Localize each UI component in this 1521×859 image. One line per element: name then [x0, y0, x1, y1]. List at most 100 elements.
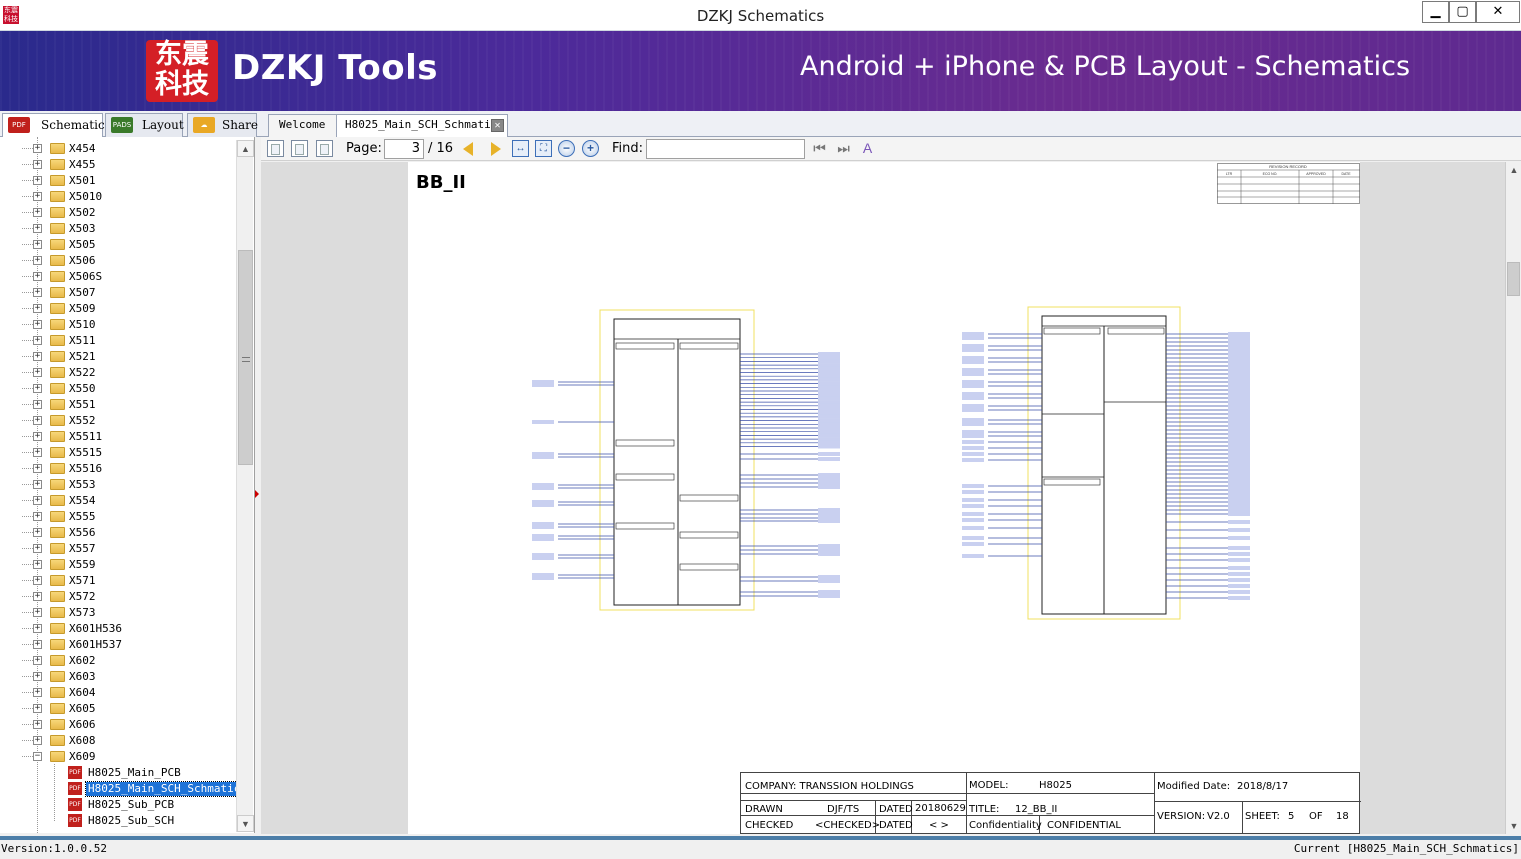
tree-folder[interactable]: + X603 — [0, 669, 235, 685]
tree-folder[interactable]: + X454 — [0, 141, 235, 157]
expand-icon[interactable]: + — [33, 288, 42, 297]
tree-folder[interactable]: + X608 — [0, 733, 235, 749]
expand-icon[interactable]: + — [33, 720, 42, 729]
expand-icon[interactable]: + — [33, 368, 42, 377]
file-tree[interactable]: + X454 + X455 + X501 + X5010 + X502 + X503 + X505 + X50… — [0, 137, 255, 833]
tree-folder[interactable]: + X555 — [0, 509, 235, 525]
tree-folder[interactable]: + X5511 — [0, 429, 235, 445]
collapse-arrow-icon[interactable] — [255, 490, 259, 498]
scroll-down-icon[interactable]: ▼ — [1506, 818, 1521, 834]
expand-icon[interactable]: + — [33, 448, 42, 457]
tree-folder[interactable]: + X5515 — [0, 445, 235, 461]
tree-folder[interactable]: + X606 — [0, 717, 235, 733]
tree-folder[interactable]: + X521 — [0, 349, 235, 365]
expand-icon[interactable]: + — [33, 576, 42, 585]
expand-icon[interactable]: + — [33, 704, 42, 713]
find-prev-icon[interactable]: ⏮ — [811, 140, 828, 157]
scroll-up-icon[interactable]: ▲ — [237, 140, 254, 157]
tree-folder[interactable]: + X602 — [0, 653, 235, 669]
expand-icon[interactable]: + — [33, 432, 42, 441]
tree-folder[interactable]: + X601H536 — [0, 621, 235, 637]
expand-icon[interactable]: + — [33, 192, 42, 201]
maximize-button[interactable]: ▢ — [1449, 1, 1476, 23]
expand-icon[interactable]: + — [33, 416, 42, 425]
viewer-scrollbar[interactable]: ▲ ▼ — [1505, 162, 1521, 834]
tree-folder[interactable]: + X522 — [0, 365, 235, 381]
tree-folder[interactable]: + X556 — [0, 525, 235, 541]
expand-icon[interactable]: + — [33, 624, 42, 633]
tree-folder[interactable]: + X554 — [0, 493, 235, 509]
expand-icon[interactable]: + — [33, 256, 42, 265]
tree-folder[interactable]: + X501 — [0, 173, 235, 189]
tree-folder[interactable]: + X510 — [0, 317, 235, 333]
find-input[interactable] — [646, 139, 805, 159]
tree-folder[interactable]: + X601H537 — [0, 637, 235, 653]
next-page-icon[interactable] — [491, 142, 501, 156]
tree-folder[interactable]: + X502 — [0, 205, 235, 221]
tree-folder[interactable]: + X550 — [0, 381, 235, 397]
expand-icon[interactable]: + — [33, 608, 42, 617]
collapse-icon[interactable]: − — [33, 752, 42, 761]
tree-folder[interactable]: + X553 — [0, 477, 235, 493]
expand-icon[interactable]: + — [33, 640, 42, 649]
tree-folder[interactable]: + X506S — [0, 269, 235, 285]
expand-icon[interactable]: + — [33, 656, 42, 665]
page-input[interactable]: 3 — [384, 139, 424, 159]
scroll-down-icon[interactable]: ▼ — [237, 815, 254, 832]
copy-page-icon[interactable] — [291, 140, 308, 157]
tree-folder[interactable]: + X506 — [0, 253, 235, 269]
viewer-scroll-thumb[interactable] — [1507, 262, 1520, 296]
tree-folder[interactable]: + X5010 — [0, 189, 235, 205]
close-tab-icon[interactable]: ✕ — [491, 119, 504, 132]
expand-icon[interactable]: + — [33, 544, 42, 553]
close-button[interactable]: ✕ — [1476, 1, 1520, 23]
tree-folder[interactable]: + X5516 — [0, 461, 235, 477]
tree-folder[interactable]: − X609 — [0, 749, 235, 765]
expand-icon[interactable]: + — [33, 512, 42, 521]
expand-icon[interactable]: + — [33, 688, 42, 697]
tab-share[interactable]: ☁ Share — [187, 113, 258, 137]
tree-folder[interactable]: + X507 — [0, 285, 235, 301]
prev-page-icon[interactable] — [463, 142, 473, 156]
expand-icon[interactable]: + — [33, 464, 42, 473]
tree-folder[interactable]: + X552 — [0, 413, 235, 429]
doc-tab-welcome[interactable]: Welcome — [268, 114, 338, 137]
expand-icon[interactable]: + — [33, 560, 42, 569]
tree-folder[interactable]: + X509 — [0, 301, 235, 317]
tree-file[interactable]: PDF H8025_Main_PCB — [0, 765, 235, 781]
tree-folder[interactable]: + X604 — [0, 685, 235, 701]
tree-folder[interactable]: + X551 — [0, 397, 235, 413]
fit-width-icon[interactable]: ↔ — [512, 140, 529, 157]
expand-icon[interactable]: + — [33, 320, 42, 329]
expand-icon[interactable]: + — [33, 240, 42, 249]
find-next-icon[interactable]: ⏭ — [835, 140, 852, 157]
expand-icon[interactable]: + — [33, 672, 42, 681]
expand-icon[interactable]: + — [33, 400, 42, 409]
expand-icon[interactable]: + — [33, 736, 42, 745]
expand-icon[interactable]: + — [33, 496, 42, 505]
open-file-icon[interactable] — [267, 140, 284, 157]
tree-scrollbar[interactable]: ▲ ▼ — [236, 140, 254, 832]
tree-folder[interactable]: + X605 — [0, 701, 235, 717]
tree-file[interactable]: PDF H8025_Sub_PCB — [0, 797, 235, 813]
minimize-button[interactable]: ▁ — [1422, 1, 1449, 23]
tree-folder[interactable]: + X573 — [0, 605, 235, 621]
expand-icon[interactable]: + — [33, 528, 42, 537]
expand-icon[interactable]: + — [33, 160, 42, 169]
tree-file[interactable]: PDF H8025_Sub_SCH — [0, 813, 235, 829]
export-icon[interactable] — [316, 140, 333, 157]
tree-folder[interactable]: + X455 — [0, 157, 235, 173]
tree-file[interactable]: PDF H8025_Main_SCH_Schmatics — [0, 781, 250, 797]
expand-icon[interactable]: + — [33, 224, 42, 233]
expand-icon[interactable]: + — [33, 144, 42, 153]
expand-icon[interactable]: + — [33, 304, 42, 313]
tree-folder[interactable]: + X571 — [0, 573, 235, 589]
expand-icon[interactable]: + — [33, 336, 42, 345]
tree-folder[interactable]: + X503 — [0, 221, 235, 237]
document-viewer[interactable]: BB_II REVISION RECORD LTR ECO NO. APPROV… — [261, 162, 1505, 834]
expand-icon[interactable]: + — [33, 208, 42, 217]
tab-layout[interactable]: PADS Layout — [105, 113, 184, 137]
expand-icon[interactable]: + — [33, 272, 42, 281]
doc-tab-schematic[interactable]: H8025_Main_SCH_Schmatics ✕ — [336, 114, 508, 137]
zoom-in-icon[interactable]: + — [582, 140, 599, 157]
